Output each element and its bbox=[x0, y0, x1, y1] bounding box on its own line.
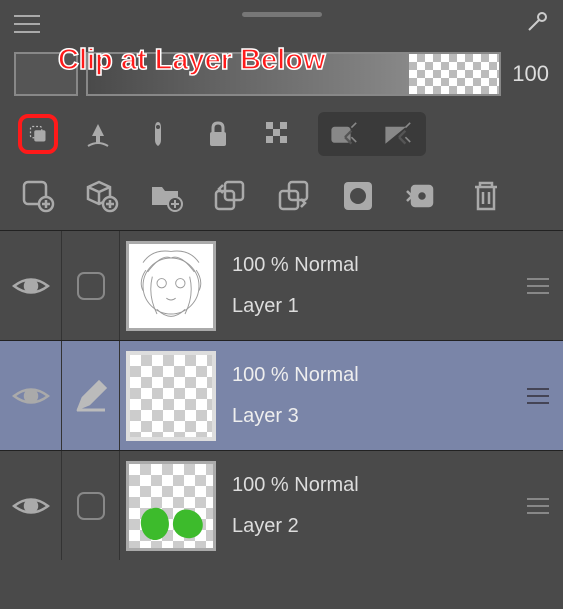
menu-icon[interactable] bbox=[14, 15, 40, 33]
edit-indicator[interactable] bbox=[62, 341, 120, 450]
visibility-toggle[interactable] bbox=[0, 341, 62, 450]
transfer-down-button[interactable] bbox=[210, 176, 250, 216]
layer-mask-button[interactable] bbox=[338, 176, 378, 216]
draft-layer-icon[interactable] bbox=[138, 114, 178, 154]
delete-layer-button[interactable] bbox=[466, 176, 506, 216]
visibility-toggle[interactable] bbox=[0, 231, 62, 340]
blend-mode-label: 100 % Normal bbox=[232, 364, 513, 387]
apply-mask-button[interactable] bbox=[402, 176, 442, 216]
layer-name-label: Layer 1 bbox=[232, 295, 513, 318]
opacity-value: 100 bbox=[509, 61, 549, 87]
layer-thumbnail[interactable] bbox=[126, 241, 216, 331]
layer-row[interactable]: 100 % Normal Layer 1 bbox=[0, 230, 563, 340]
layer-row[interactable]: 100 % Normal Layer 2 bbox=[0, 450, 563, 560]
layer-color-swatch[interactable] bbox=[14, 52, 78, 96]
merge-down-button[interactable] bbox=[274, 176, 314, 216]
reference-layer-icon[interactable] bbox=[78, 114, 118, 154]
blend-mode-label: 100 % Normal bbox=[232, 254, 513, 277]
mask-enable-icon[interactable] bbox=[320, 114, 370, 154]
lock-transparent-icon[interactable] bbox=[258, 114, 298, 154]
layer-menu-icon[interactable] bbox=[513, 451, 563, 560]
layer-row[interactable]: 100 % Normal Layer 3 bbox=[0, 340, 563, 450]
panel-grip[interactable] bbox=[242, 12, 322, 17]
layer-menu-icon[interactable] bbox=[513, 341, 563, 450]
opacity-slider[interactable] bbox=[86, 52, 501, 96]
lock-layer-icon[interactable] bbox=[198, 114, 238, 154]
new-layer-button[interactable] bbox=[18, 176, 58, 216]
pin-icon[interactable] bbox=[525, 10, 549, 39]
layer-menu-icon[interactable] bbox=[513, 231, 563, 340]
clip-at-layer-below-button[interactable] bbox=[18, 114, 58, 154]
layer-name-label: Layer 2 bbox=[232, 515, 513, 538]
layer-thumbnail[interactable] bbox=[126, 351, 216, 441]
layer-checkbox[interactable] bbox=[62, 451, 120, 560]
mask-apply-icon[interactable] bbox=[374, 114, 424, 154]
visibility-toggle[interactable] bbox=[0, 451, 62, 560]
new-folder-button[interactable] bbox=[146, 176, 186, 216]
layer-name-label: Layer 3 bbox=[232, 405, 513, 428]
layer-thumbnail[interactable] bbox=[126, 461, 216, 551]
new-3d-layer-button[interactable] bbox=[82, 176, 122, 216]
layer-checkbox[interactable] bbox=[62, 231, 120, 340]
blend-mode-label: 100 % Normal bbox=[232, 474, 513, 497]
